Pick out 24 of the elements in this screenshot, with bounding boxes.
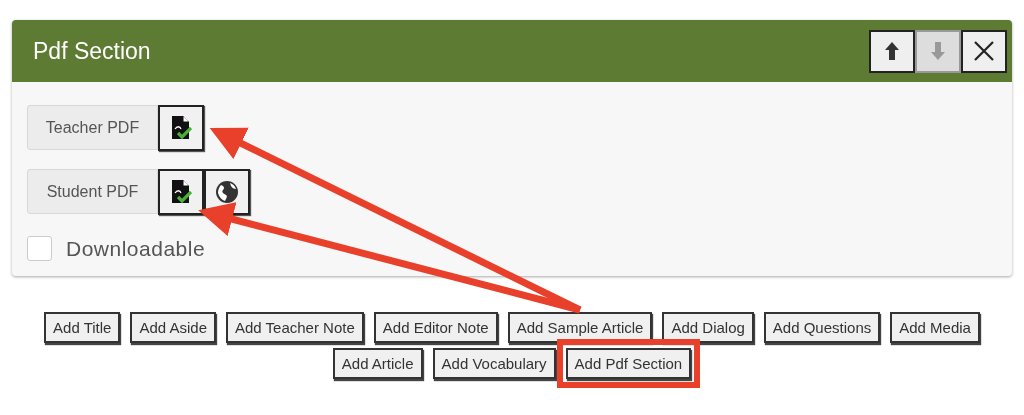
- add-button[interactable]: Add Title: [44, 312, 121, 343]
- downloadable-checkbox[interactable]: [27, 236, 52, 261]
- close-button[interactable]: [961, 29, 1007, 73]
- panel-title: Pdf Section: [33, 37, 151, 65]
- globe-icon: [215, 180, 239, 204]
- add-button[interactable]: Add Vocabulary: [432, 348, 556, 379]
- upload-button[interactable]: [158, 169, 204, 215]
- checkbox-label: Downloadable: [66, 236, 206, 261]
- add-button[interactable]: Add Media: [890, 312, 980, 343]
- add-button[interactable]: Add Article: [332, 348, 423, 379]
- add-button[interactable]: Add Aside: [130, 312, 216, 343]
- add-button[interactable]: Add Questions: [763, 312, 881, 343]
- pdf-field-label: Student PDF: [27, 169, 158, 214]
- add-button[interactable]: Add Dialog: [662, 312, 754, 343]
- upload-button[interactable]: [158, 105, 204, 151]
- document-check-icon: [170, 115, 192, 141]
- add-button[interactable]: Add Pdf Section: [565, 348, 692, 379]
- document-check-icon: [170, 179, 192, 205]
- move-up-button[interactable]: [869, 29, 915, 73]
- add-button[interactable]: Add Teacher Note: [226, 312, 364, 343]
- add-button[interactable]: Add Sample Article: [507, 312, 653, 343]
- pdf-field-label: Teacher PDF: [27, 105, 158, 150]
- add-button[interactable]: Add Editor Note: [373, 312, 498, 343]
- close-icon: [973, 40, 995, 62]
